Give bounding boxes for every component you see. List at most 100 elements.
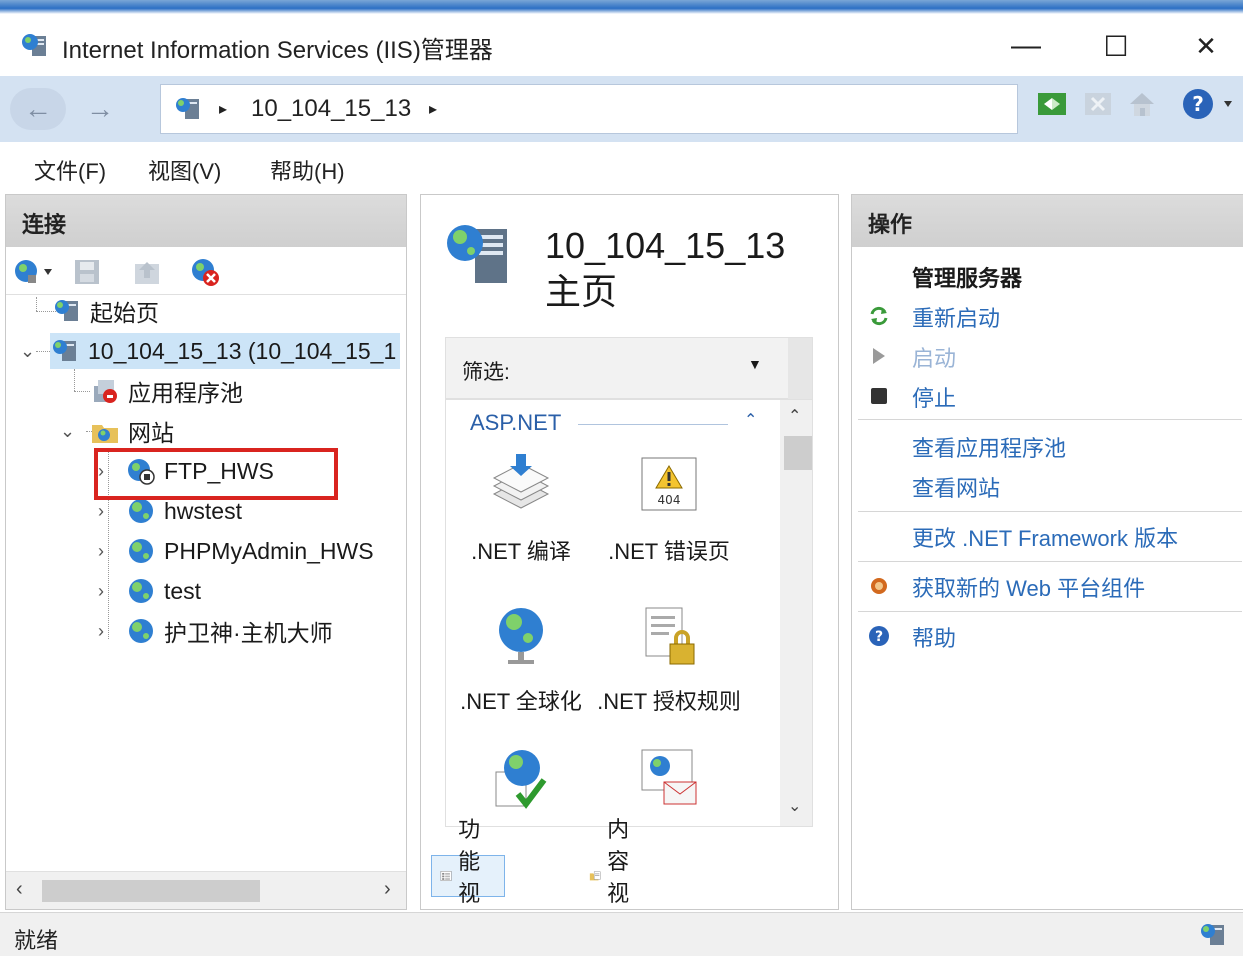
- breadcrumb-arrow-icon: ▸: [219, 101, 228, 118]
- net-trust-levels-icon: [495, 750, 547, 809]
- breadcrumb-arrow-icon[interactable]: ▸: [429, 99, 437, 119]
- feature-item[interactable]: .NET 授权规则: [594, 604, 744, 717]
- page-title: 10_104_15_13 主页: [545, 223, 785, 315]
- home-icon[interactable]: [1124, 86, 1160, 122]
- connections-horizontal-scrollbar[interactable]: ‹ ›: [6, 871, 406, 909]
- group-header-aspnet[interactable]: ASP.NET: [470, 410, 561, 436]
- app-pools-icon: [90, 376, 120, 406]
- restart-action[interactable]: 重新启动: [912, 301, 1000, 333]
- menu-file[interactable]: 文件(F): [34, 154, 106, 186]
- feature-item[interactable]: .NET 编译: [446, 454, 596, 567]
- actions-divider: [858, 511, 1242, 512]
- scroll-up-icon[interactable]: ⌃: [788, 406, 801, 426]
- chevron-right-icon[interactable]: ›: [98, 501, 104, 522]
- tree-label-site: test: [164, 577, 202, 604]
- tree-connector: [74, 391, 90, 392]
- up-level-icon[interactable]: [130, 255, 164, 289]
- manage-server-heading: 管理服务器: [912, 266, 1023, 291]
- tree-label-server: 10_104_15_13 (10_104_15_1: [88, 337, 397, 364]
- breadcrumb-server[interactable]: 10_104_15_13: [251, 95, 411, 123]
- view-app-pools-action[interactable]: 查看应用程序池: [912, 431, 1066, 463]
- tree-node-server[interactable]: 10_104_15_13 (10_104_15_1: [50, 333, 401, 369]
- svg-text:?: ?: [875, 629, 883, 645]
- tree-node-site[interactable]: PHPMyAdmin_HWS: [126, 533, 374, 569]
- actions-divider: [858, 611, 1242, 612]
- title-bar: Internet Information Services (IIS)管理器 —…: [0, 14, 1243, 76]
- scrollbar-thumb[interactable]: [784, 436, 812, 470]
- stop-action[interactable]: 停止: [912, 381, 956, 413]
- stop-icon[interactable]: [1080, 86, 1116, 122]
- scroll-right-icon[interactable]: ›: [384, 878, 391, 901]
- actions-divider: [858, 419, 1242, 420]
- address-bar: ← → ▸ 10_104_15_13 ▸ ?: [0, 76, 1243, 142]
- minimize-button[interactable]: —: [996, 24, 1056, 68]
- forward-button[interactable]: →: [72, 88, 128, 130]
- connections-header: 连接: [6, 195, 406, 247]
- restart-icon: [868, 305, 890, 327]
- change-net-framework-action[interactable]: 更改 .NET Framework 版本: [912, 521, 1178, 553]
- chevron-right-icon[interactable]: ›: [98, 621, 104, 642]
- address-field[interactable]: ▸ 10_104_15_13 ▸: [160, 84, 1018, 134]
- feature-item[interactable]: 404 .NET 错误页: [594, 454, 744, 567]
- feature-label: .NET 编译: [471, 539, 571, 564]
- chevron-right-icon[interactable]: ›: [98, 541, 104, 562]
- scroll-left-icon[interactable]: ‹: [16, 878, 23, 901]
- tree-label-site: PHPMyAdmin_HWS: [164, 537, 374, 564]
- back-button[interactable]: ←: [10, 88, 66, 130]
- actions-divider: [858, 561, 1242, 562]
- connections-tree: 起始页 ⌄ 10_104_15_13 (10_104_15_1 应用程序池 ⌄ …: [6, 297, 406, 867]
- help-icon[interactable]: ?: [1180, 86, 1216, 122]
- website-globe-icon: [126, 616, 156, 646]
- menu-help[interactable]: 帮助(H): [270, 154, 345, 186]
- svg-text:404: 404: [658, 493, 681, 507]
- feature-label: .NET 授权规则: [597, 689, 741, 714]
- get-web-platform-action[interactable]: 获取新的 Web 平台组件: [912, 571, 1145, 603]
- tree-node-site[interactable]: test: [126, 573, 201, 609]
- filter-label: 筛选:: [462, 361, 510, 384]
- feature-item[interactable]: .NET 全球化: [446, 604, 596, 717]
- features-vertical-scrollbar[interactable]: ⌃ ⌄: [780, 400, 812, 826]
- annotation-highlight-box: [94, 448, 338, 500]
- tab-content-view[interactable]: 内容视图: [581, 817, 653, 938]
- collapse-group-icon[interactable]: ⌃: [744, 410, 757, 430]
- connections-toolbar: [6, 247, 406, 295]
- tree-node-site[interactable]: 护卫神·主机大师: [126, 613, 333, 649]
- scrollbar-thumb[interactable]: [42, 880, 260, 902]
- tab-features-view[interactable]: 功能视图: [431, 817, 506, 938]
- tree-node-app-pools[interactable]: 应用程序池: [90, 373, 243, 409]
- content-view-icon: [589, 871, 601, 881]
- svg-text:?: ?: [1192, 92, 1204, 116]
- filter-dropdown-icon[interactable]: ▼: [748, 356, 762, 372]
- tree-node-sites[interactable]: 网站: [90, 413, 174, 449]
- filter-bar: 筛选: ▼: [445, 337, 813, 400]
- save-icon[interactable]: [70, 255, 104, 289]
- chevron-down-icon[interactable]: ⌄: [20, 341, 35, 362]
- stop-icon: [868, 385, 890, 407]
- scroll-down-icon[interactable]: ⌄: [788, 796, 801, 816]
- help-dropdown-icon[interactable]: [1218, 86, 1238, 122]
- feature-item[interactable]: [594, 746, 744, 817]
- net-error-pages-icon: 404: [641, 457, 697, 511]
- view-sites-action[interactable]: 查看网站: [912, 471, 1000, 503]
- menu-view[interactable]: 视图(V): [148, 154, 221, 186]
- tree-label-sites: 网站: [128, 420, 174, 446]
- chevron-right-icon[interactable]: ›: [98, 581, 104, 602]
- status-text: 就绪: [14, 928, 59, 953]
- net-globalization-icon: [499, 608, 543, 664]
- home-pane: 10_104_15_13 主页 筛选: ▼ ASP.NET ⌃ .NET 编译: [420, 194, 839, 938]
- tree-connector: [74, 369, 75, 391]
- sites-folder-icon: [90, 416, 120, 446]
- refresh-connection-icon[interactable]: [1034, 86, 1070, 122]
- help-icon: ?: [868, 625, 890, 647]
- close-button[interactable]: ✕: [1176, 24, 1236, 68]
- filter-scroll-handle[interactable]: [788, 338, 812, 400]
- feature-item[interactable]: [446, 746, 596, 817]
- chevron-down-icon[interactable]: ⌄: [60, 421, 75, 442]
- delete-connection-icon[interactable]: [188, 255, 222, 289]
- create-connection-icon[interactable]: [10, 255, 58, 289]
- feature-label: .NET 错误页: [608, 539, 730, 564]
- start-action[interactable]: 启动: [912, 341, 956, 373]
- help-action[interactable]: 帮助: [912, 621, 956, 653]
- tree-node-start-page[interactable]: 起始页: [52, 297, 159, 329]
- maximize-button[interactable]: ☐: [1086, 24, 1146, 68]
